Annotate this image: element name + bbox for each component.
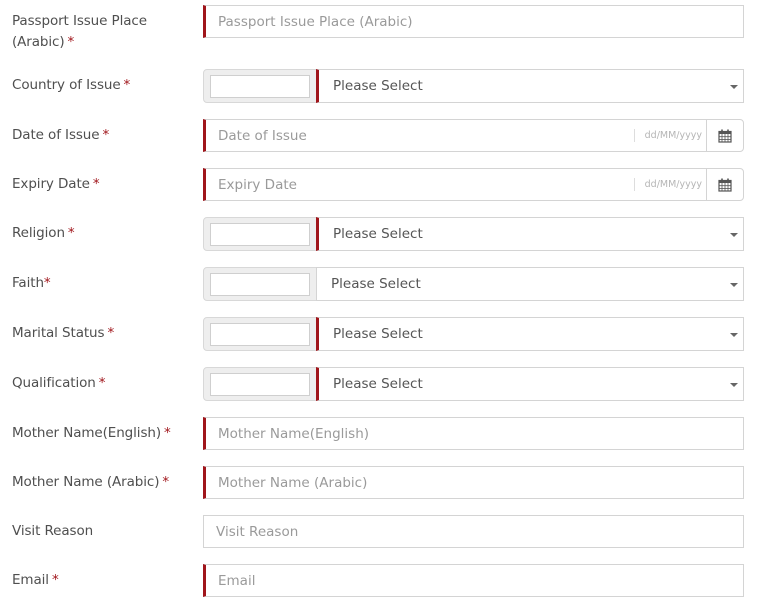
- required-mark: *: [67, 225, 75, 241]
- marital-status-label: Marital Status *: [12, 325, 115, 341]
- expiry-date-input[interactable]: [206, 169, 706, 200]
- chevron-down-icon: [730, 333, 738, 337]
- faith-code-box: [203, 267, 317, 301]
- chevron-down-icon: [730, 283, 738, 287]
- required-mark: *: [123, 77, 131, 93]
- calendar-icon: [718, 129, 732, 143]
- religion-code-input[interactable]: [210, 223, 310, 246]
- country-of-issue-code-input[interactable]: [210, 75, 310, 98]
- qualification-code-input[interactable]: [210, 373, 310, 396]
- email-input[interactable]: [206, 565, 743, 596]
- country-of-issue-select[interactable]: Please Select: [316, 69, 744, 103]
- email-field: [203, 564, 744, 597]
- date-of-issue-field: dd/MM/yyyy: [203, 119, 707, 152]
- passport-issue-place-arabic-field: [203, 5, 744, 38]
- qualification-select[interactable]: Please Select: [316, 367, 744, 401]
- required-mark: *: [164, 425, 171, 441]
- required-mark: *: [92, 176, 100, 192]
- mother-name-english-input[interactable]: [206, 418, 743, 449]
- chevron-down-icon: [730, 85, 738, 89]
- visit-reason-label: Visit Reason: [12, 523, 94, 539]
- mother-name-arabic-input[interactable]: [206, 467, 743, 498]
- date-format-hint: dd/MM/yyyy: [633, 129, 702, 142]
- date-format-hint: dd/MM/yyyy: [633, 178, 702, 191]
- qualification-code-box: [203, 367, 317, 401]
- date-of-issue-input[interactable]: [206, 120, 706, 151]
- expiry-date-label: Expiry Date *: [12, 176, 100, 192]
- visit-reason-input[interactable]: [204, 516, 743, 547]
- religion-select[interactable]: Please Select: [316, 217, 744, 251]
- religion-code-box: [203, 217, 317, 251]
- mother-name-english-label: Mother Name(English) *: [12, 425, 171, 441]
- expiry-date-calendar-button[interactable]: [706, 168, 744, 201]
- marital-status-code-box: [203, 317, 317, 351]
- country-of-issue-label: Country of Issue *: [12, 77, 131, 93]
- required-mark: *: [102, 127, 110, 143]
- required-mark: *: [51, 572, 59, 588]
- personal-details-form: Passport Issue Place (Arabic)* Country o…: [0, 0, 781, 604]
- required-mark: *: [67, 34, 75, 50]
- mother-name-english-field: [203, 417, 744, 450]
- date-of-issue-label: Date of Issue *: [12, 127, 110, 143]
- faith-label: Faith*: [12, 275, 51, 291]
- marital-status-select[interactable]: Please Select: [316, 317, 744, 351]
- required-mark: *: [98, 375, 106, 391]
- qualification-label: Qualification *: [12, 375, 106, 391]
- passport-issue-place-arabic-input[interactable]: [206, 6, 743, 37]
- email-label: Email *: [12, 572, 59, 588]
- expiry-date-field: dd/MM/yyyy: [203, 168, 707, 201]
- passport-issue-place-arabic-label: Passport Issue Place (Arabic) *: [12, 13, 147, 50]
- faith-select[interactable]: Please Select: [316, 267, 744, 301]
- calendar-icon: [718, 178, 732, 192]
- faith-code-input[interactable]: [210, 273, 310, 296]
- marital-status-code-input[interactable]: [210, 323, 310, 346]
- date-of-issue-calendar-button[interactable]: [706, 119, 744, 152]
- required-mark: *: [43, 275, 51, 291]
- religion-label: Religion *: [12, 225, 75, 241]
- required-mark: *: [107, 325, 115, 341]
- mother-name-arabic-field: [203, 466, 744, 499]
- required-mark: *: [162, 474, 170, 490]
- mother-name-arabic-label: Mother Name (Arabic) *: [12, 474, 170, 490]
- chevron-down-icon: [730, 383, 738, 387]
- chevron-down-icon: [730, 233, 738, 237]
- visit-reason-field: [203, 515, 744, 548]
- country-of-issue-code-box: [203, 69, 317, 103]
